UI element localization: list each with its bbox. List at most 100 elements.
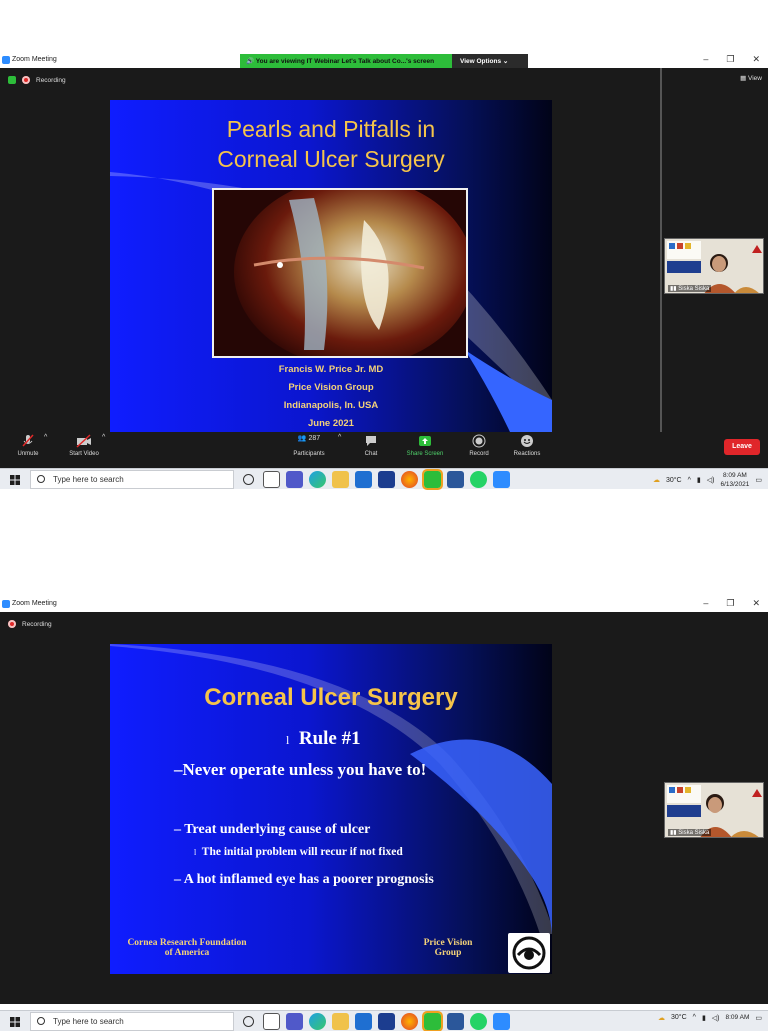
record-button[interactable]: Record <box>464 434 494 457</box>
search-placeholder: Type here to search <box>53 475 124 484</box>
teams-icon[interactable] <box>286 471 303 488</box>
start-video-button[interactable]: Start Video <box>62 434 106 457</box>
chat-button[interactable]: Chat <box>356 434 386 457</box>
mail-icon[interactable] <box>355 471 372 488</box>
search-icon <box>37 475 45 483</box>
firefox-icon[interactable] <box>401 1013 418 1030</box>
video-options-caret-icon[interactable]: ^ <box>102 434 105 441</box>
whatsapp-icon[interactable] <box>470 1013 487 1030</box>
cortana-icon[interactable] <box>243 474 254 485</box>
notifications-icon[interactable]: ▭ <box>755 476 762 484</box>
zoom-window-share-view: Zoom Meeting 🔊 You are viewing IT Webina… <box>0 52 768 490</box>
unmute-button[interactable]: Unmute <box>12 434 44 457</box>
eye-photo-image <box>214 190 466 356</box>
tray-overflow-icon[interactable]: ^ <box>688 477 691 484</box>
zoom-window-share-view-2: Zoom Meeting – ❐ ✕ Recording Corneal Ulc… <box>0 596 768 1031</box>
notifications-icon[interactable]: ▭ <box>755 1014 762 1022</box>
file-explorer-icon[interactable] <box>332 1013 349 1030</box>
volume-icon[interactable]: ◁) <box>712 1014 720 1022</box>
leave-button[interactable]: Leave <box>724 439 760 455</box>
recording-label: Recording <box>36 76 66 84</box>
participant-video-thumbnail[interactable]: ▮▮ Siska Siska <box>664 238 764 294</box>
window-controls: – ❐ ✕ <box>703 598 760 609</box>
firefox-icon[interactable] <box>401 471 418 488</box>
audio-options-caret-icon[interactable]: ^ <box>44 434 47 441</box>
network-icon[interactable]: ▮ <box>702 1014 706 1022</box>
view-button[interactable]: ▦ View <box>740 74 762 82</box>
greenshot-icon[interactable] <box>422 469 443 490</box>
taskbar-apps <box>240 469 510 490</box>
participants-icon: 👥 287 <box>297 435 321 442</box>
task-view-icon[interactable] <box>263 471 280 488</box>
whatsapp-icon[interactable] <box>470 471 487 488</box>
zoom-taskbar-icon[interactable] <box>493 471 510 488</box>
taskbar-search-box[interactable]: Type here to search <box>30 1012 234 1031</box>
file-explorer-icon[interactable] <box>332 471 349 488</box>
clock-time: 8:09 AM <box>722 472 747 479</box>
minimize-icon[interactable]: – <box>703 54 708 65</box>
search-placeholder: Type here to search <box>53 1017 124 1026</box>
slide-location: Indianapolis, In. USA <box>283 400 379 411</box>
clock-time: 8:09 AM <box>725 1014 750 1021</box>
restore-icon[interactable]: ❐ <box>726 54 734 65</box>
word-pad-icon[interactable] <box>378 1013 395 1030</box>
share-screen-button[interactable]: Share Screen <box>402 434 448 457</box>
minimize-icon[interactable]: – <box>703 598 708 609</box>
eye-logo-icon <box>508 933 550 973</box>
video-off-icon <box>76 434 91 448</box>
zoom-app-icon <box>2 600 10 608</box>
window-title: Zoom Meeting <box>12 600 57 607</box>
screen-share-banner: 🔊 You are viewing IT Webinar Let's Talk … <box>240 54 528 68</box>
zoom-taskbar-icon[interactable] <box>493 1013 510 1030</box>
windows-taskbar: Type here to search ☁ 30°C ^ ▮ ◁) 8:09 A… <box>0 1010 768 1031</box>
clock-date: 6/13/2021 <box>720 481 750 488</box>
shared-slide: Pearls and Pitfalls in Corneal Ulcer Sur… <box>110 100 552 432</box>
word-icon[interactable] <box>447 1013 464 1030</box>
record-dot-icon <box>22 76 30 84</box>
windows-start-icon[interactable] <box>10 475 20 485</box>
word-icon[interactable] <box>447 471 464 488</box>
participants-button[interactable]: 👥 287 Participants <box>288 434 330 457</box>
slide-title-line1: Pearls and Pitfalls in <box>226 116 436 142</box>
taskbar-clock[interactable]: 8:09 AM <box>726 1013 750 1022</box>
participant-video-thumbnail[interactable]: ▮▮ Siska Siska <box>664 782 764 838</box>
close-icon[interactable]: ✕ <box>752 54 760 65</box>
greenshot-icon[interactable] <box>422 1011 443 1031</box>
system-tray: ☁ 30°C ^ ▮ ◁) 8:09 AM 6/13/2021 ▭ <box>653 471 762 489</box>
chat-icon <box>366 436 376 446</box>
restore-icon[interactable]: ❐ <box>726 598 734 609</box>
taskbar-clock[interactable]: 8:09 AM 6/13/2021 <box>720 471 749 489</box>
shield-icon[interactable] <box>8 76 16 84</box>
slide-organization: Price Vision Group <box>288 382 374 393</box>
participant-name-label: ▮▮ Siska Siska <box>668 285 712 292</box>
mail-icon[interactable] <box>355 1013 372 1030</box>
window-titlebar: Zoom Meeting 🔊 You are viewing IT Webina… <box>0 52 768 68</box>
word-pad-icon[interactable] <box>378 471 395 488</box>
system-tray: ☁ 30°C ^ ▮ ◁) 8:09 AM ▭ <box>658 1013 762 1022</box>
slide-treat-cause: – Treat underlying cause of ulcer <box>174 822 371 837</box>
share-banner-message: 🔊 You are viewing IT Webinar Let's Talk … <box>240 54 452 68</box>
teams-icon[interactable] <box>286 1013 303 1030</box>
windows-start-icon[interactable] <box>10 1017 20 1027</box>
reactions-button[interactable]: Reactions <box>508 434 546 457</box>
window-controls: – ❐ ✕ <box>703 54 760 65</box>
windows-taskbar: Type here to search ☁ 30°C ^ ▮ ◁) 8:09 A… <box>0 468 768 490</box>
close-icon[interactable]: ✕ <box>752 598 760 609</box>
recording-indicator: Recording <box>8 76 66 84</box>
tray-overflow-icon[interactable]: ^ <box>693 1014 696 1021</box>
task-view-icon[interactable] <box>263 1013 280 1030</box>
weather-icon[interactable]: ☁ <box>658 1014 665 1022</box>
meeting-area: Recording ▦ View Pearls and Pitfalls in … <box>0 68 768 468</box>
panel-divider[interactable] <box>660 68 662 432</box>
meeting-area: Recording Corneal Ulcer Surgery l Rule #… <box>0 612 768 1004</box>
taskbar-search-box[interactable]: Type here to search <box>30 470 234 489</box>
edge-icon[interactable] <box>309 471 326 488</box>
cortana-icon[interactable] <box>243 1016 254 1027</box>
weather-icon[interactable]: ☁ <box>653 476 660 484</box>
participants-caret-icon[interactable]: ^ <box>338 434 341 441</box>
edge-icon[interactable] <box>309 1013 326 1030</box>
view-options-button[interactable]: View Options ⌄ <box>452 54 528 68</box>
volume-icon[interactable]: ◁) <box>707 476 715 484</box>
taskbar-apps <box>240 1011 510 1031</box>
network-icon[interactable]: ▮ <box>697 476 701 484</box>
